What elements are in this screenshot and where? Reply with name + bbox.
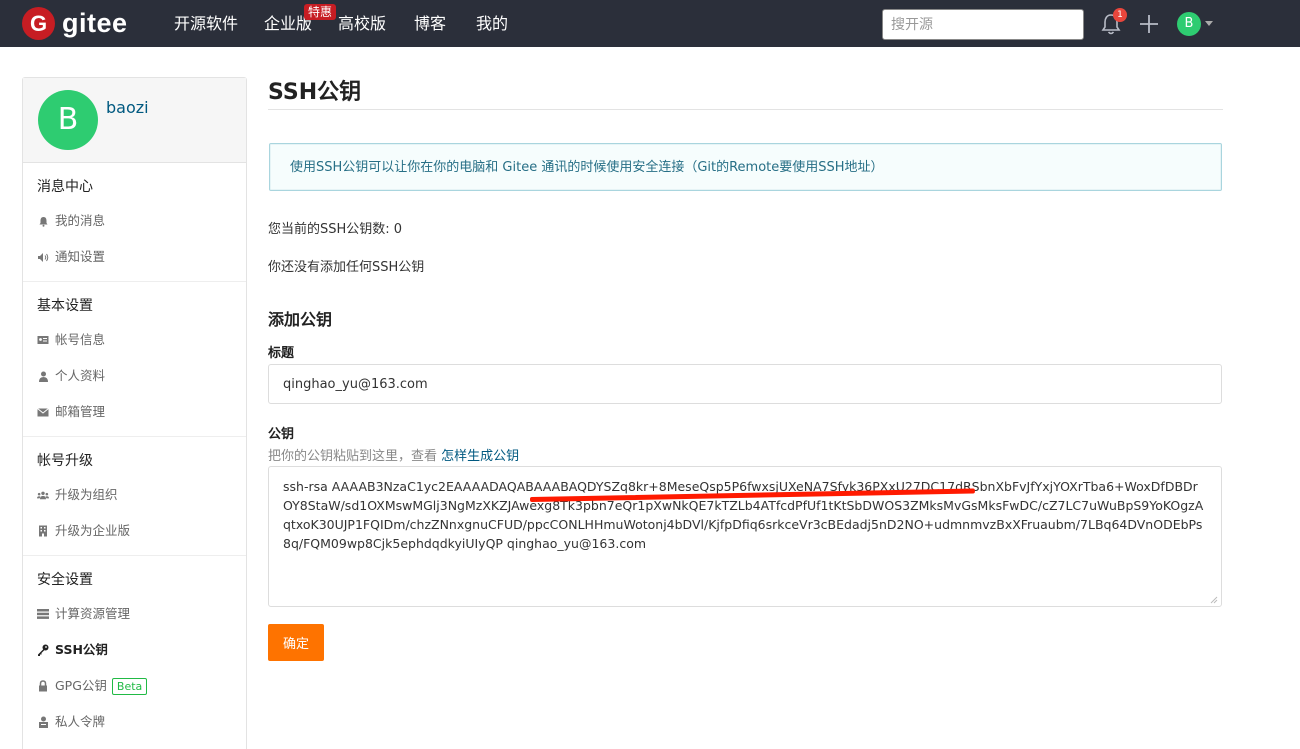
- user-icon: [37, 370, 49, 382]
- key-title-input[interactable]: [268, 364, 1222, 404]
- gitee-logo[interactable]: G gitee: [22, 7, 128, 40]
- how-to-generate-key-link[interactable]: 怎样生成公钥: [441, 449, 519, 464]
- gitee-logo-icon: G: [22, 7, 55, 40]
- sidebar-group-basic: 基本设置 帐号信息 个人资料 邮箱管理: [23, 282, 246, 437]
- top-navbar: G gitee 开源软件 企业版 特惠 高校版 博客 我的 1 B: [0, 0, 1300, 47]
- sidebar-item-compute-resources[interactable]: 计算资源管理: [23, 596, 246, 632]
- nav-mine[interactable]: 我的: [476, 14, 508, 34]
- sidebar-item-gpg-keys[interactable]: GPG公钥 Beta: [23, 668, 246, 704]
- sidebar-item-label: SSH公钥: [55, 642, 108, 657]
- sidebar-item-label: 私人令牌: [55, 714, 106, 729]
- nav-blog[interactable]: 博客: [414, 14, 446, 34]
- sidebar-group-title: 帐号升级: [37, 453, 93, 469]
- sidebar-item-notification-settings[interactable]: 通知设置: [23, 239, 246, 275]
- nav-open-source[interactable]: 开源软件: [174, 14, 238, 34]
- sidebar-item-label: 升级为组织: [55, 487, 118, 502]
- sidebar-item-label: 邮箱管理: [55, 404, 106, 419]
- gitee-logo-text: gitee: [62, 8, 128, 38]
- chevron-down-icon[interactable]: [1205, 21, 1213, 26]
- sidebar-group-title: 基本设置: [37, 298, 93, 314]
- beta-badge: Beta: [111, 677, 148, 695]
- building-icon: [37, 525, 49, 537]
- enterprise-promo-badge: 特惠: [304, 4, 337, 20]
- divider: [268, 109, 1223, 110]
- notification-count-badge: 1: [1113, 8, 1127, 22]
- sidebar-item-label: 计算资源管理: [55, 606, 131, 621]
- public-key-label: 公钥: [268, 427, 295, 442]
- public-key-hint-text: 把你的公钥粘贴到这里，查看: [268, 449, 438, 464]
- sidebar-item-label: 个人资料: [55, 368, 106, 383]
- ssh-key-count: 您当前的SSH公钥数: 0: [268, 222, 403, 237]
- plus-icon[interactable]: [1138, 13, 1160, 35]
- bell-icon: [37, 215, 49, 227]
- users-icon: [37, 489, 49, 501]
- add-key-heading: 添加公钥: [268, 310, 333, 329]
- search-input[interactable]: [882, 9, 1084, 40]
- empty-state-text: 你还没有添加任何SSH公钥: [268, 260, 425, 275]
- main-content: SSH公钥 使用SSH公钥可以让你在你的电脑和 Gitee 通讯的时候使用安全连…: [268, 77, 1223, 661]
- user-avatar[interactable]: B: [1177, 12, 1201, 36]
- sidebar-item-ssh-keys[interactable]: SSH公钥: [23, 632, 246, 668]
- sidebar-group-title: 安全设置: [37, 572, 93, 588]
- submit-button[interactable]: 确定: [268, 624, 324, 661]
- mail-icon: [37, 406, 49, 418]
- sidebar-item-private-tokens[interactable]: 私人令牌: [23, 704, 246, 740]
- sidebar-group-security: 安全设置 计算资源管理 SSH公钥 GPG公钥 Beta 私人令牌: [23, 556, 246, 746]
- sidebar-item-my-messages[interactable]: 我的消息: [23, 203, 246, 239]
- speaker-icon: [37, 251, 49, 263]
- info-message: 使用SSH公钥可以让你在你的电脑和 Gitee 通讯的时候使用安全连接（Git的…: [269, 143, 1222, 191]
- page-title: SSH公钥: [268, 80, 362, 105]
- sidebar-item-upgrade-org[interactable]: 升级为组织: [23, 477, 246, 513]
- avatar[interactable]: B: [38, 90, 98, 150]
- public-key-hint: 把你的公钥粘贴到这里，查看 怎样生成公钥: [268, 445, 519, 464]
- public-key-textarea[interactable]: ssh-rsa AAAAB3NzaC1yc2EAAAADAQABAAABAQDY…: [268, 466, 1222, 607]
- sidebar-item-label: 帐号信息: [55, 332, 106, 347]
- sidebar-item-label: 升级为企业版: [55, 523, 131, 538]
- sidebar-item-upgrade-enterprise[interactable]: 升级为企业版: [23, 513, 246, 549]
- id-card-icon: [37, 334, 49, 346]
- title-label: 标题: [268, 346, 295, 361]
- server-icon: [37, 608, 49, 620]
- key-icon: [37, 644, 49, 656]
- sidebar-item-email[interactable]: 邮箱管理: [23, 394, 246, 430]
- settings-sidebar: B baozi 消息中心 我的消息 通知设置 基本设置 帐号信息 个人资料 邮箱…: [22, 77, 247, 749]
- nav-university[interactable]: 高校版: [338, 14, 386, 34]
- sidebar-group-messages: 消息中心 我的消息 通知设置: [23, 163, 246, 282]
- username-link[interactable]: baozi: [106, 98, 149, 117]
- profile-card: B baozi: [23, 78, 246, 163]
- sidebar-item-label: 通知设置: [55, 249, 106, 264]
- token-icon: [37, 716, 49, 728]
- resize-grip-icon[interactable]: [1209, 595, 1218, 604]
- sidebar-group-upgrade: 帐号升级 升级为组织 升级为企业版: [23, 437, 246, 556]
- sidebar-item-account-info[interactable]: 帐号信息: [23, 322, 246, 358]
- sidebar-item-profile[interactable]: 个人资料: [23, 358, 246, 394]
- sidebar-item-label: 我的消息: [55, 213, 106, 228]
- sidebar-group-title: 消息中心: [37, 179, 93, 195]
- lock-icon: [37, 680, 49, 692]
- sidebar-item-label: GPG公钥: [55, 678, 107, 693]
